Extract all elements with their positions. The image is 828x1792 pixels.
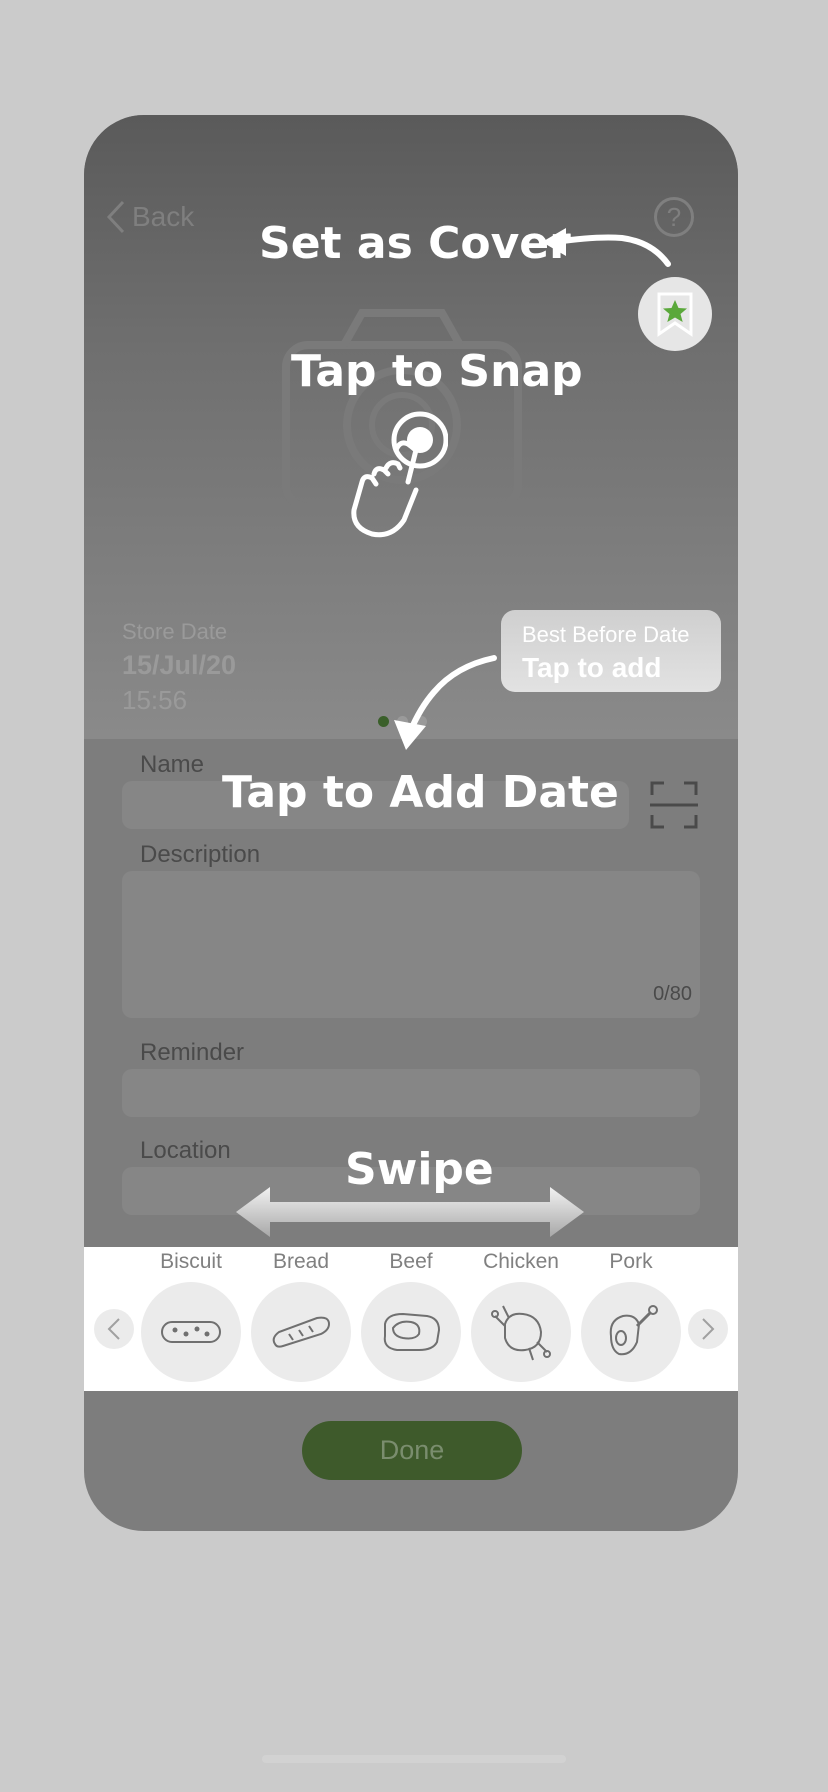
category-label: Bread — [272, 1250, 330, 1273]
beef-icon — [383, 1312, 441, 1351]
done-button[interactable]: Done — [302, 1421, 522, 1480]
back-label: Back — [132, 201, 195, 232]
description-label: Description — [140, 841, 261, 868]
set-as-cover-hint: Set as Cover — [259, 218, 571, 269]
store-date-label: Store Date — [122, 619, 228, 644]
chevron-left-icon — [106, 200, 125, 234]
category-label: Chicken — [483, 1250, 559, 1273]
best-before-label: Best Before Date — [522, 622, 690, 647]
name-label: Name — [140, 751, 205, 778]
category-item[interactable]: Chicken — [470, 1247, 572, 1382]
swipe-arrow-icon — [236, 1187, 584, 1237]
chevron-right-icon — [702, 1318, 715, 1340]
biscuit-icon — [161, 1321, 221, 1343]
category-item[interactable]: Pork — [580, 1247, 682, 1382]
category-label: Biscuit — [160, 1250, 222, 1273]
tap-to-snap-hint: Tap to Snap — [291, 346, 583, 397]
best-before-date-button[interactable]: Best Before Date Tap to add — [501, 610, 721, 692]
category-picker[interactable]: Biscuit Bread Beef Chicken Pork — [84, 1247, 738, 1391]
set-cover-button[interactable] — [638, 277, 712, 351]
description-input[interactable] — [122, 871, 700, 1018]
location-label: Location — [140, 1137, 231, 1164]
bookmark-star-icon — [657, 292, 693, 337]
category-label: Pork — [609, 1250, 653, 1273]
date-hint-arrow — [394, 655, 497, 750]
description-counter: 0/80 — [653, 983, 692, 1005]
next-category-button[interactable] — [688, 1309, 728, 1349]
category-label: Beef — [389, 1250, 433, 1273]
store-date-value[interactable]: 15/Jul/20 — [122, 650, 236, 681]
category-item[interactable]: Biscuit — [140, 1247, 242, 1382]
tap-to-add-date-hint: Tap to Add Date — [222, 767, 619, 818]
chevron-left-icon — [107, 1318, 120, 1340]
reminder-input[interactable] — [122, 1069, 700, 1117]
cover-hint-arrow — [542, 228, 671, 267]
previous-category-button[interactable] — [94, 1309, 134, 1349]
chicken-icon — [491, 1305, 551, 1361]
bread-icon — [272, 1316, 331, 1348]
home-indicator — [262, 1755, 566, 1763]
store-time-value: 15:56 — [122, 685, 188, 715]
category-item[interactable]: Bread — [250, 1247, 352, 1382]
back-button[interactable]: Back — [106, 200, 194, 234]
tap-hand-icon — [351, 411, 448, 538]
pork-icon — [609, 1305, 658, 1356]
barcode-scan-icon[interactable] — [650, 781, 698, 829]
phone-frame: Back ? Store Date 15/Jul/20 15:56 Best B… — [84, 115, 738, 1531]
reminder-label: Reminder — [140, 1039, 245, 1066]
best-before-action: Tap to add — [522, 652, 662, 683]
category-item[interactable]: Beef — [360, 1247, 462, 1382]
